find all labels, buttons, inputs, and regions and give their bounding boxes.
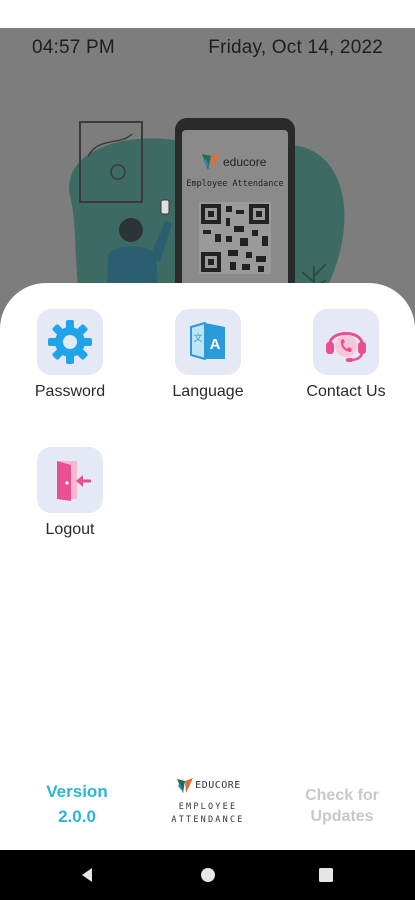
password-label: Password: [34, 383, 106, 400]
nav-recents-button[interactable]: [314, 863, 338, 887]
language-tile[interactable]: A 文 Language: [143, 309, 273, 401]
footer-tagline-1: EMPLOYEE: [178, 802, 238, 812]
gear-icon: [48, 320, 92, 364]
footer-brand: EDUCORE: [195, 779, 241, 791]
phone-brand-text: educore: [223, 155, 267, 169]
status-bar: [0, 0, 415, 28]
clock-time: 04:57 PM: [32, 37, 115, 58]
nav-home-button[interactable]: [196, 863, 220, 887]
contact-us-label: Contact Us: [306, 383, 386, 400]
android-navigation-bar: [0, 850, 415, 900]
headset-phone-icon: [326, 332, 366, 362]
password-tile[interactable]: Password: [5, 309, 135, 401]
footer-tagline-2: ATTENDANCE: [171, 815, 245, 825]
back-icon: [82, 868, 92, 882]
svg-text:A: A: [210, 336, 221, 353]
app-version: Version 2.0.0: [22, 779, 132, 829]
translate-icon: A 文: [190, 322, 225, 360]
logout-label: Logout: [45, 521, 95, 538]
version-label: Version: [46, 782, 108, 801]
nav-back-button[interactable]: [75, 863, 99, 887]
logout-icon-box: [37, 447, 103, 513]
clock-date: Friday, Oct 14, 2022: [208, 37, 383, 58]
phone-subtitle-text: Employee Attendance: [186, 179, 283, 189]
svg-text:文: 文: [193, 332, 202, 344]
home-icon: [201, 868, 215, 882]
check-updates-button[interactable]: Check for Updates: [287, 785, 397, 827]
contact-icon-box: [313, 309, 379, 375]
language-icon-box: A 文: [175, 309, 241, 375]
qr-code: [199, 202, 271, 274]
educore-leaf-icon: [177, 778, 194, 793]
logout-door-icon: [57, 461, 91, 501]
settings-bottom-sheet: Password A 文 Language Contact Us Logout …: [0, 283, 415, 850]
logout-tile[interactable]: Logout: [5, 447, 135, 539]
contact-us-tile[interactable]: Contact Us: [281, 309, 411, 401]
footer-logo: EDUCORE EMPLOYEE ATTENDANCE: [163, 775, 253, 827]
language-label: Language: [172, 383, 244, 400]
check-updates-line2: Updates: [310, 808, 374, 825]
check-updates-line1: Check for: [305, 787, 379, 804]
version-number: 2.0.0: [58, 807, 96, 826]
password-icon-box: [37, 309, 103, 375]
recents-icon: [319, 868, 333, 882]
